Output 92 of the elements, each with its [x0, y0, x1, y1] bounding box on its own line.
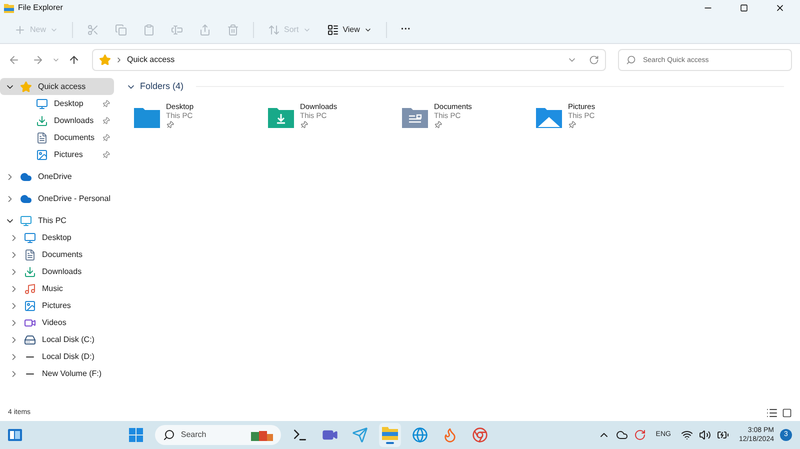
nav-item[interactable]: Videos [0, 314, 114, 331]
search-icon [162, 429, 175, 441]
nav-label: Videos [42, 316, 68, 328]
nav-label: Documents [42, 248, 84, 260]
nav-label: Music [42, 282, 64, 294]
back-icon[interactable] [8, 54, 20, 66]
browser-icon[interactable] [472, 427, 488, 443]
group-header[interactable]: Folders (4) [140, 80, 184, 94]
address-path: Quick access [127, 54, 175, 66]
up-icon[interactable] [68, 54, 80, 66]
nav-label: Desktop [54, 98, 84, 110]
restore-icon [740, 4, 748, 12]
nav-item[interactable]: Documents [0, 129, 114, 146]
widgets-icon[interactable] [8, 429, 22, 441]
window-title: File Explorer [18, 2, 63, 14]
nav-item[interactable]: Documents [0, 246, 114, 263]
nav-label: Documents [54, 132, 96, 144]
globe-icon[interactable] [412, 427, 428, 443]
scissors-icon [87, 24, 100, 36]
nav-item[interactable]: Downloads [0, 112, 114, 129]
music-icon [24, 282, 36, 294]
nav-label: New Volume (F:) [42, 368, 103, 380]
monitor-icon [24, 232, 36, 244]
nav-label: Local Disk (D:) [42, 350, 96, 362]
chevron-icon [115, 56, 123, 64]
monitor-icon [36, 98, 48, 110]
windows-start-icon[interactable] [128, 428, 143, 442]
nav-label: OneDrive - Personal [38, 192, 110, 204]
search-icon [626, 55, 636, 65]
share-icon [199, 24, 212, 36]
view-icon [326, 24, 339, 36]
star-icon [99, 54, 111, 66]
search-placeholder: Search [180, 429, 208, 441]
nav-item[interactable]: Local Disk (D:) [0, 348, 114, 365]
video-icon [24, 316, 36, 328]
more-button[interactable]: ··· [394, 20, 417, 40]
nav-item[interactable]: Downloads [0, 263, 114, 280]
nav-item[interactable]: OneDrive [0, 168, 114, 185]
monitor-icon [20, 214, 32, 226]
terminal-icon[interactable] [292, 427, 308, 443]
cloud-icon[interactable] [616, 429, 628, 441]
document-icon [24, 248, 36, 260]
folder-icon[interactable] [382, 426, 398, 440]
nav-item[interactable]: Desktop [0, 229, 114, 246]
nav-item[interactable]: Music [0, 280, 114, 297]
image-icon [36, 148, 48, 160]
copy-icon [115, 24, 128, 36]
rename-icon [171, 24, 184, 36]
tiles-view-icon[interactable] [782, 408, 792, 418]
nav-item[interactable]: Quick access [0, 78, 114, 95]
gift-icon [250, 429, 273, 441]
nav-label: Local Disk (C:) [42, 334, 96, 346]
refresh-icon[interactable] [589, 55, 599, 65]
app-icon [4, 4, 14, 12]
download-icon [24, 266, 36, 278]
nav-item[interactable]: Pictures [0, 146, 114, 163]
history-icon[interactable] [52, 56, 60, 64]
folder-icon [536, 106, 562, 128]
close-icon [775, 3, 785, 13]
cloud-icon [20, 192, 32, 204]
forward-icon[interactable] [32, 54, 44, 66]
nav-item[interactable]: Pictures [0, 297, 114, 314]
plus-icon [14, 24, 26, 36]
star-icon [20, 80, 32, 92]
nav-item[interactable]: Desktop [0, 95, 114, 112]
nav-item[interactable]: OneDrive - Personal [0, 190, 114, 207]
document-icon [36, 132, 48, 144]
nav-item[interactable]: New Volume (F:) [0, 365, 114, 382]
nav-label: Pictures [54, 148, 84, 160]
view-button[interactable]: View [320, 20, 378, 40]
nav-item[interactable]: This PC [0, 212, 114, 229]
nav-label: Desktop [42, 232, 72, 244]
image-icon [24, 300, 36, 312]
nav-label: Downloads [42, 266, 83, 278]
battery-icon[interactable] [716, 429, 729, 441]
nav-label: Pictures [42, 300, 72, 312]
nav-item[interactable]: Local Disk (C:) [0, 331, 114, 348]
sync-icon[interactable] [634, 429, 646, 441]
drive-icon [24, 334, 36, 346]
sort-icon [268, 24, 280, 36]
nav-label: OneDrive [38, 170, 73, 182]
nav-label: Quick access [38, 80, 87, 92]
cloud-icon [20, 170, 32, 182]
flame-icon[interactable] [442, 427, 458, 443]
nav-label: This PC [38, 214, 68, 226]
taskbar-search[interactable]: Search [154, 425, 281, 445]
volume-icon[interactable] [698, 429, 711, 441]
clipboard-icon [143, 24, 156, 36]
address-bar[interactable]: Quick access [92, 49, 606, 71]
download-icon [36, 114, 48, 126]
nav-label: Downloads [54, 114, 95, 126]
trash-icon [227, 24, 240, 36]
